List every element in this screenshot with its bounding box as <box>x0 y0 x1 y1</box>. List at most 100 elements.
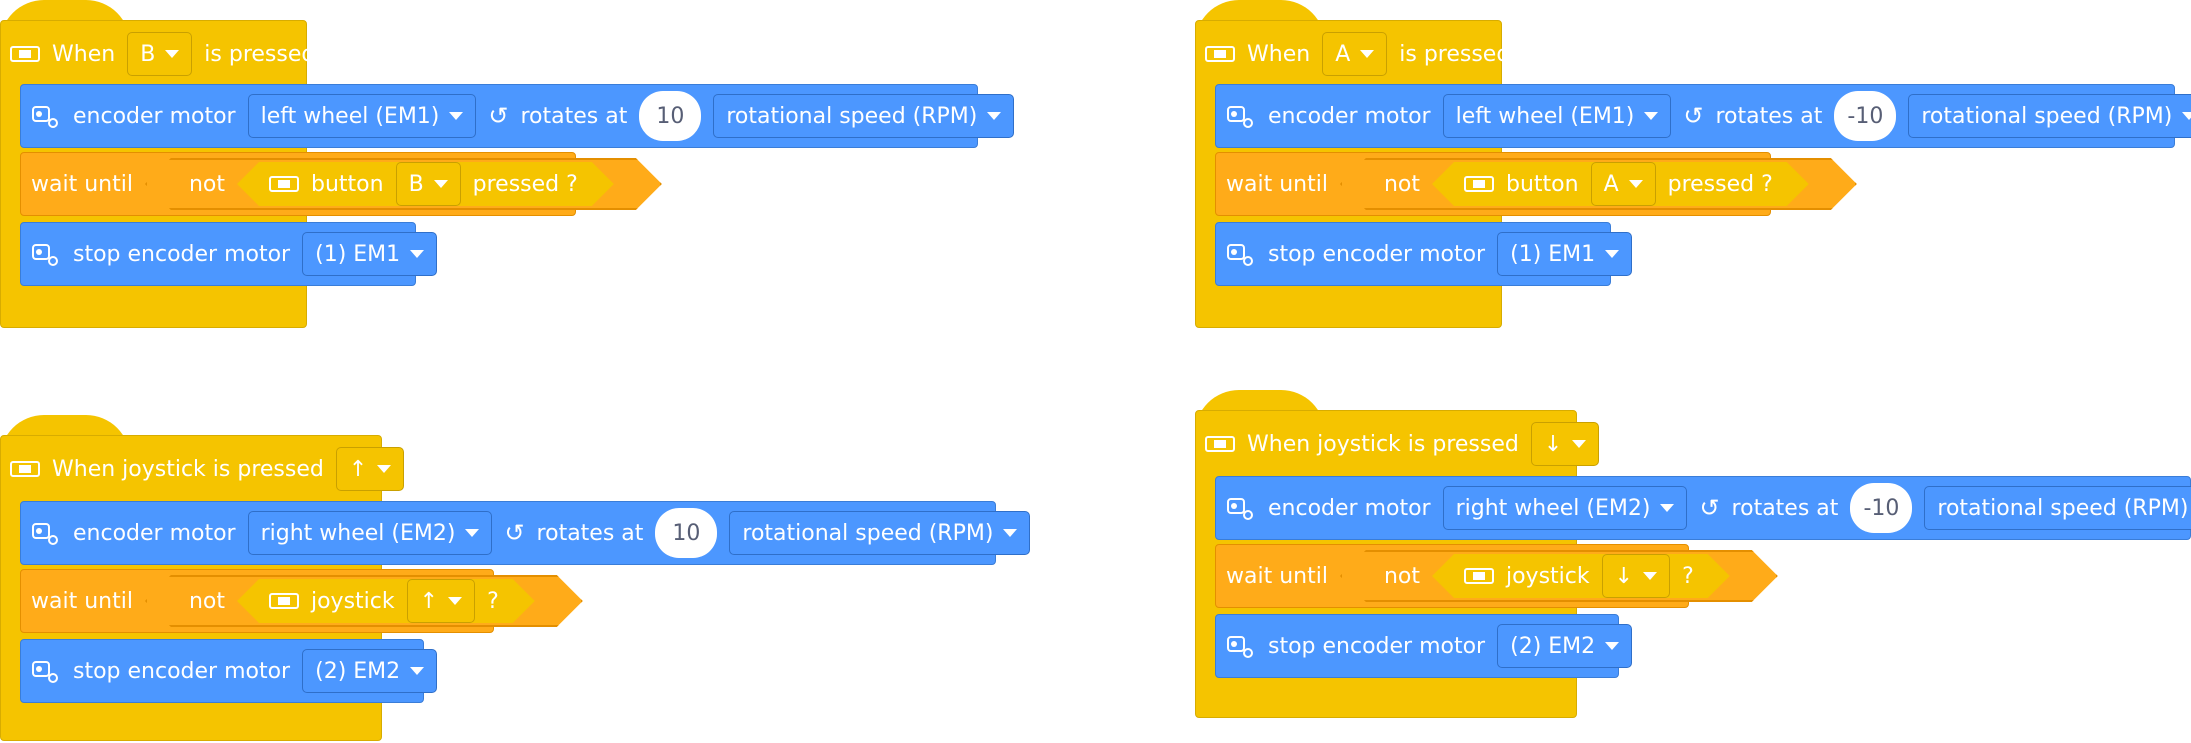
direction-dropdown[interactable]: ↓ <box>1602 554 1670 598</box>
hat-label: When joystick is pressed <box>1247 431 1519 457</box>
cyberpi-board-icon <box>1464 176 1494 192</box>
joystick-condition[interactable]: joystick ↑ ? <box>237 579 535 623</box>
wait-label: wait until <box>1226 563 1328 589</box>
encoder-motor-icon <box>31 241 61 267</box>
motor-label: encoder motor <box>1268 103 1431 129</box>
encoder-motor-rotate-block[interactable]: encoder motor left wheel (EM1) ↺ rotates… <box>20 84 1015 148</box>
caret-down-icon <box>377 465 392 473</box>
hat-block[interactable]: When joystick is pressed ↑ <box>0 437 405 501</box>
stop-label: stop encoder motor <box>1268 241 1486 267</box>
speed-input[interactable]: 10 <box>655 508 718 558</box>
caret-down-icon <box>1003 529 1018 537</box>
caret-down-icon <box>1572 440 1587 448</box>
motor-label: encoder motor <box>1268 495 1431 521</box>
joystick-condition[interactable]: joystick ↓ ? <box>1432 554 1730 598</box>
motor-port-dropdown[interactable]: right wheel (EM2) <box>1442 486 1688 530</box>
speed-input[interactable]: -10 <box>1850 483 1913 533</box>
unit-dropdown[interactable]: rotational speed (RPM) <box>713 94 1015 138</box>
hat-block[interactable]: When joystick is pressed ↓ <box>1195 412 1600 476</box>
encoder-motor-icon <box>1226 633 1256 659</box>
button-pressed-condition[interactable]: button B pressed ? <box>237 162 614 206</box>
not-label: not <box>1383 563 1420 589</box>
cyberpi-board-icon <box>1464 568 1494 584</box>
hat-suffix: is pressed <box>1399 41 1511 67</box>
stop-label: stop encoder motor <box>1268 633 1486 659</box>
rotates-label: rotates at <box>536 520 644 546</box>
motor-port-dropdown[interactable]: left wheel (EM1) <box>247 94 477 138</box>
not-operator[interactable]: not button A pressed ? <box>1340 158 1857 210</box>
key-dropdown[interactable]: B <box>127 32 193 76</box>
encoder-motor-rotate-block[interactable]: encoder motor right wheel (EM2) ↺ rotate… <box>1215 476 2191 540</box>
rotates-label: rotates at <box>1715 103 1823 129</box>
stop-encoder-motor-block[interactable]: stop encoder motor (2) EM2 <box>20 639 438 703</box>
unit-dropdown[interactable]: rotational speed (RPM) <box>729 511 1031 555</box>
key-dropdown[interactable]: B <box>396 162 461 206</box>
stop-label: stop encoder motor <box>73 241 291 267</box>
stop-port-dropdown[interactable]: (1) EM1 <box>302 232 438 276</box>
caret-down-icon <box>2182 112 2191 120</box>
hat-label: When joystick is pressed <box>52 456 324 482</box>
condition-suffix: pressed ? <box>472 171 578 197</box>
direction-dropdown[interactable]: ↑ <box>407 579 475 623</box>
stop-port-dropdown[interactable]: (2) EM2 <box>302 649 438 693</box>
rotate-ccw-icon: ↺ <box>1699 494 1720 522</box>
wait-until-block[interactable]: wait until not joystick ↓ ? <box>1215 544 1689 608</box>
stop-port-dropdown[interactable]: (2) EM2 <box>1497 624 1633 668</box>
caret-down-icon <box>1643 572 1657 580</box>
stop-encoder-motor-block[interactable]: stop encoder motor (1) EM1 <box>1215 222 1633 286</box>
not-label: not <box>1383 171 1420 197</box>
encoder-motor-rotate-block[interactable]: encoder motor left wheel (EM1) ↺ rotates… <box>1215 84 2191 148</box>
stop-label: stop encoder motor <box>73 658 291 684</box>
wait-label: wait until <box>1226 171 1328 197</box>
speed-input[interactable]: 10 <box>639 91 702 141</box>
motor-port-dropdown[interactable]: left wheel (EM1) <box>1442 94 1672 138</box>
wait-until-block[interactable]: wait until not joystick ↑ ? <box>20 569 494 633</box>
not-operator[interactable]: not joystick ↑ ? <box>145 575 583 627</box>
not-label: not <box>188 171 225 197</box>
caret-down-icon <box>465 529 480 537</box>
key-dropdown[interactable]: A <box>1591 162 1656 206</box>
speed-input[interactable]: -10 <box>1834 91 1897 141</box>
caret-down-icon <box>1605 642 1620 650</box>
caret-down-icon <box>448 597 462 605</box>
stop-encoder-motor-block[interactable]: stop encoder motor (2) EM2 <box>1215 614 1633 678</box>
hat-block[interactable]: When B is pressed <box>0 22 315 86</box>
caret-down-icon <box>410 250 425 258</box>
caret-down-icon <box>410 667 425 675</box>
condition-suffix: ? <box>487 588 499 614</box>
caret-down-icon <box>449 112 464 120</box>
rotates-label: rotates at <box>1731 495 1839 521</box>
caret-down-icon <box>434 180 448 188</box>
key-dropdown[interactable]: A <box>1322 32 1388 76</box>
wait-until-block[interactable]: wait until not button A pressed ? <box>1215 152 1771 216</box>
button-pressed-condition[interactable]: button A pressed ? <box>1432 162 1809 206</box>
not-operator[interactable]: not button B pressed ? <box>145 158 662 210</box>
rotates-label: rotates at <box>520 103 628 129</box>
script-when-b-pressed[interactable]: When B is pressed encoder motor left whe… <box>0 0 1015 330</box>
encoder-motor-icon <box>31 103 61 129</box>
not-operator[interactable]: not joystick ↓ ? <box>1340 550 1778 602</box>
not-label: not <box>188 588 225 614</box>
encoder-motor-icon <box>31 520 61 546</box>
stop-encoder-motor-block[interactable]: stop encoder motor (1) EM1 <box>20 222 438 286</box>
direction-dropdown[interactable]: ↓ <box>1530 422 1600 466</box>
script-when-joystick-up[interactable]: When joystick is pressed ↑ encoder motor… <box>0 415 1031 743</box>
unit-dropdown[interactable]: rotational speed (RPM) <box>1924 486 2191 530</box>
motor-port-dropdown[interactable]: right wheel (EM2) <box>247 511 493 555</box>
sensor-label: button <box>1505 171 1579 197</box>
cyberpi-board-icon <box>1205 436 1235 452</box>
wait-until-block[interactable]: wait until not button B pressed ? <box>20 152 576 216</box>
sensor-label: joystick <box>310 588 395 614</box>
stop-port-dropdown[interactable]: (1) EM1 <box>1497 232 1633 276</box>
hat-label: When <box>52 41 116 67</box>
encoder-motor-rotate-block[interactable]: encoder motor right wheel (EM2) ↺ rotate… <box>20 501 1031 565</box>
caret-down-icon <box>987 112 1002 120</box>
script-when-joystick-down[interactable]: When joystick is pressed ↓ encoder motor… <box>1195 390 2191 720</box>
direction-dropdown[interactable]: ↑ <box>335 447 405 491</box>
caret-down-icon <box>1660 504 1675 512</box>
script-when-a-pressed[interactable]: When A is pressed encoder motor left whe… <box>1195 0 2191 330</box>
hat-block[interactable]: When A is pressed <box>1195 22 1510 86</box>
caret-down-icon <box>1644 112 1659 120</box>
hat-suffix: is pressed <box>204 41 316 67</box>
unit-dropdown[interactable]: rotational speed (RPM) <box>1908 94 2191 138</box>
